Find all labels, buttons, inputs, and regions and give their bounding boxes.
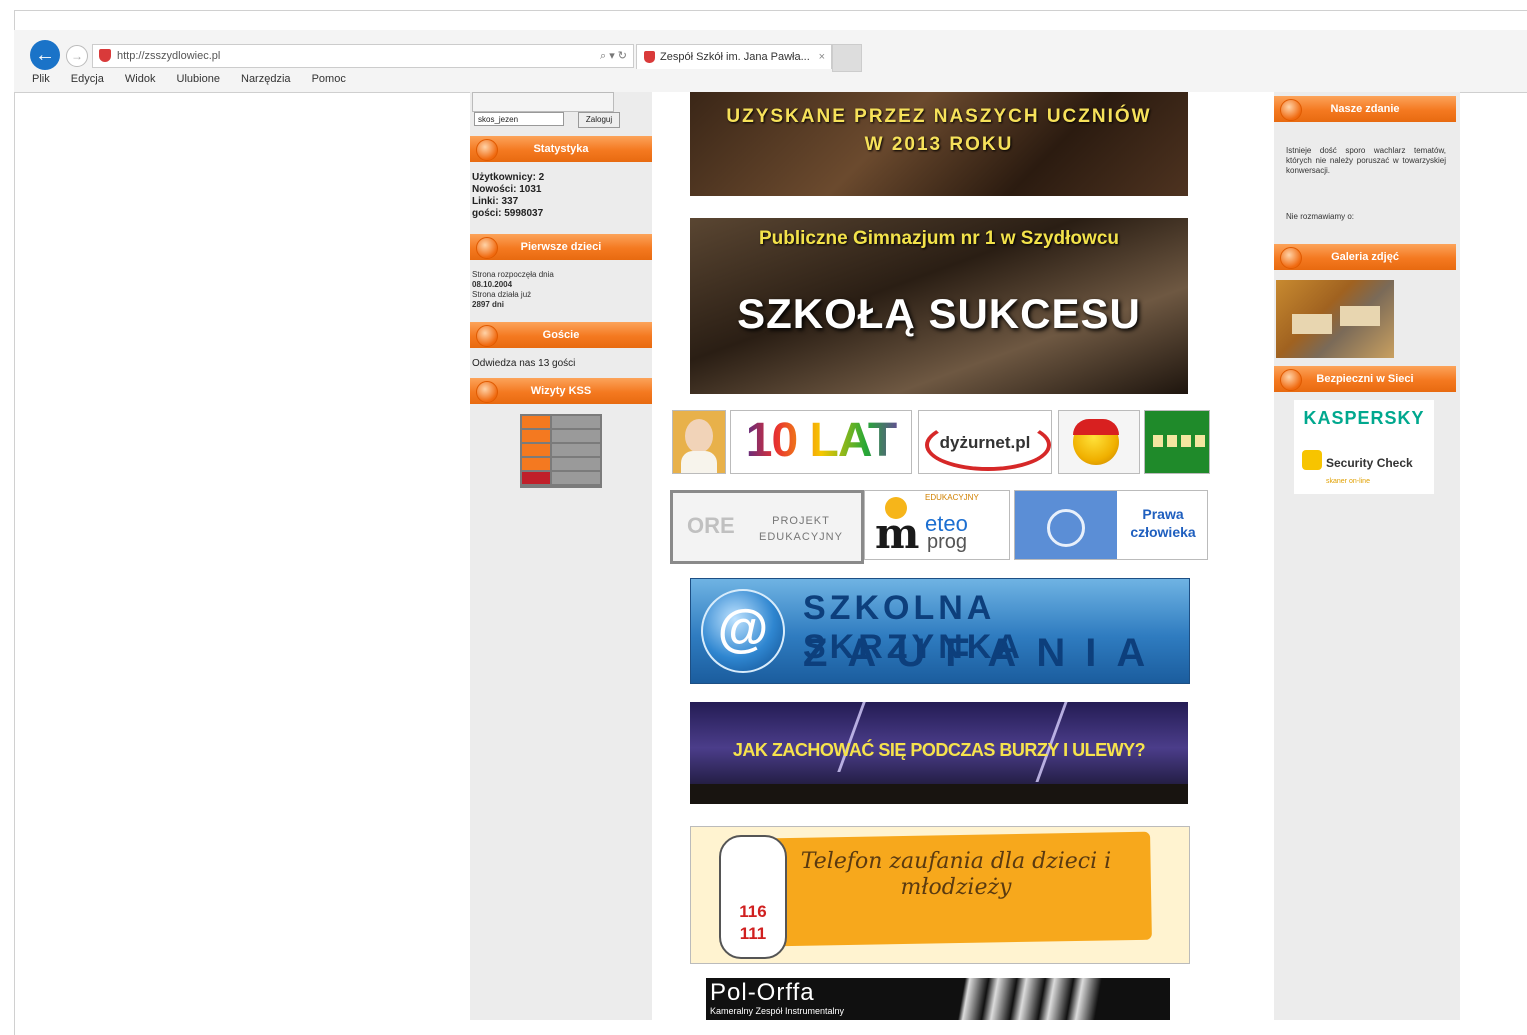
left-sidebar: [470, 92, 652, 1020]
meteo-top-text: EDUKACYJNY: [925, 493, 979, 502]
browser-tab[interactable]: Zespół Szkół im. Jana Pawła... ×: [636, 44, 832, 69]
at-sign-icon: @: [701, 589, 785, 673]
green-tile: [1195, 435, 1205, 447]
ore-text: ORE: [687, 513, 735, 538]
tab-favicon-icon: [644, 51, 655, 63]
stats-news: Nowości: 1031: [472, 184, 542, 195]
orff-title: Pol-Orffa: [710, 979, 815, 1006]
counter-heading: Wizyty KSS: [470, 378, 652, 404]
achievements-line2: W 2013 ROKU: [864, 134, 1014, 155]
new-tab-button[interactable]: [832, 44, 862, 72]
right-sidebar: [1274, 92, 1460, 1020]
birthdays-line: 08.10.2004: [472, 280, 513, 289]
menu-tools[interactable]: Narzędzia: [241, 73, 291, 85]
security-check-logo[interactable]: Security Check skaner on-line: [1294, 440, 1434, 494]
address-actions[interactable]: ⌕ ▾ ↻: [600, 45, 627, 67]
photo-desk: [1292, 314, 1332, 334]
tab-title: Zespół Szkół im. Jana Pawła...: [660, 51, 810, 63]
human-rights-logo[interactable]: Prawa człowieka: [1014, 490, 1208, 560]
birthdays-heading: Pierwsze dzieci: [470, 234, 652, 260]
pirate-logo[interactable]: [1058, 410, 1140, 474]
un-emblem-icon: [1047, 509, 1085, 547]
quote-footer: Nie rozmawiamy o:: [1286, 212, 1355, 221]
meteo-logo[interactable]: EDUKACYJNY m eteo prog: [864, 490, 1010, 560]
trust-line2: ZAUFANIA: [803, 631, 1166, 675]
visitors-heading: Goście: [470, 322, 652, 348]
birthdays-line: 2897 dni: [472, 300, 505, 309]
kaspersky-logo[interactable]: KASPERSKY: [1294, 400, 1434, 440]
menu-file[interactable]: Plik: [32, 73, 50, 85]
menu-view[interactable]: Widok: [125, 73, 156, 85]
login-button[interactable]: Zaloguj: [578, 112, 620, 128]
menu-favorites[interactable]: Ulubione: [177, 73, 220, 85]
tab-close-icon[interactable]: ×: [819, 45, 825, 69]
storm-text: JAK ZACHOWAĆ SIĘ PODCZAS BURZY I ULEWY?: [732, 740, 1146, 760]
stats-list: Użytkownicy: 2 Nowości: 1031 Linki: 337 …: [472, 172, 642, 220]
school-title: SZKOŁĄ SUKCESU: [737, 290, 1141, 337]
achievements-banner[interactable]: UZYSKANE PRZEZ NASZYCH UCZNIÓW W 2013 RO…: [690, 92, 1188, 196]
pope-face-icon: [685, 419, 713, 453]
security-check-sub: skaner on-line: [1326, 478, 1370, 485]
stats-guests: gości: 5998037: [472, 208, 544, 219]
site-shield-icon: [99, 49, 111, 62]
birthdays-line: Strona rozpoczęła dnia: [472, 270, 554, 279]
pirate-bandana: [1073, 419, 1119, 435]
helpline-digits: 116 111: [739, 902, 767, 943]
achievements-line1: UZYSKANE PRZEZ NASZYCH UCZNIÓW: [726, 106, 1152, 127]
green-logo[interactable]: [1144, 410, 1210, 474]
school-subtitle: Publiczne Gimnazjum nr 1 w Szydłowcu: [758, 228, 1119, 249]
login-box: [472, 92, 614, 112]
green-tile: [1167, 435, 1177, 447]
menu-bar: Plik Edycja Widok Ulubione Narzędzia Pom…: [32, 73, 364, 85]
pope-robe: [681, 451, 717, 473]
back-button[interactable]: ←: [30, 40, 60, 70]
helpline-banner[interactable]: Telefon zaufania dla dzieci i młodzieży …: [690, 826, 1190, 964]
dyzurnet-logo[interactable]: dyżurnet.pl: [918, 410, 1052, 474]
meteo-p-text: prog: [927, 531, 968, 553]
menu-edit[interactable]: Edycja: [71, 73, 104, 85]
birthdays-info: Strona rozpoczęła dnia 08.10.2004 Strona…: [472, 270, 642, 310]
orff-subtitle: Kameralny Zespół Instrumentalny: [710, 1006, 845, 1016]
forward-button[interactable]: →: [66, 45, 88, 67]
menu-help[interactable]: Pomoc: [312, 73, 346, 85]
ten-years-text: 10 LAT: [731, 413, 911, 468]
human-rights-text: Prawa człowieka: [1130, 506, 1196, 540]
stats-users: Użytkownicy: 2: [472, 172, 545, 183]
photo-desk: [1340, 306, 1380, 326]
meteo-m: m: [875, 509, 920, 558]
visitors-text: Odwiedza nas 13 gości: [472, 358, 576, 369]
address-bar[interactable]: http://zsszydlowiec.pl ⌕ ▾ ↻: [92, 44, 634, 68]
stats-links: Linki: 337: [472, 196, 519, 207]
stats-heading: Statystyka: [470, 136, 652, 162]
pope-logo[interactable]: [672, 410, 726, 474]
orff-banner[interactable]: Pol-Orffa Kameralny Zespół Instrumentaln…: [706, 978, 1170, 1020]
ore-project-text: PROJEKT EDUKACYJNY: [759, 515, 843, 543]
login-select[interactable]: skos_jezen: [474, 112, 564, 126]
gallery-photo[interactable]: [1276, 280, 1394, 358]
address-url: http://zsszydlowiec.pl: [117, 50, 221, 62]
green-tile: [1181, 435, 1191, 447]
lightning-icon: [837, 702, 866, 772]
shield-icon: [1302, 450, 1322, 470]
trust-box-banner[interactable]: @ SZKOLNA SKRZYNKA ZAUFANIA: [690, 578, 1190, 684]
birthdays-line: Strona działa już: [472, 290, 532, 299]
city-silhouette: [690, 784, 1188, 804]
security-heading: Bezpieczni w Sieci: [1274, 366, 1456, 392]
ore-logo[interactable]: ORE PROJEKT EDUKACYJNY: [670, 490, 864, 564]
ten-years-logo[interactable]: 10 LAT: [730, 410, 912, 474]
helpline-text: Telefon zaufania dla dzieci i młodzieży: [800, 849, 1112, 900]
school-banner[interactable]: Publiczne Gimnazjum nr 1 w Szydłowcu SZK…: [690, 218, 1188, 394]
dyzurnet-text: dyżurnet.pl: [939, 433, 1031, 452]
quote-text: Istnieje dość sporo wachlarz tematów, kt…: [1286, 146, 1446, 175]
kaspersky-text: KASPERSKY: [1303, 408, 1425, 428]
quote-heading: Nasze zdanie: [1274, 96, 1456, 122]
storm-banner[interactable]: JAK ZACHOWAĆ SIĘ PODCZAS BURZY I ULEWY?: [690, 702, 1188, 804]
security-check-text: Security Check: [1326, 456, 1413, 470]
green-tile: [1153, 435, 1163, 447]
gallery-heading: Galeria zdjęć: [1274, 244, 1456, 270]
visit-counter: [520, 414, 602, 488]
